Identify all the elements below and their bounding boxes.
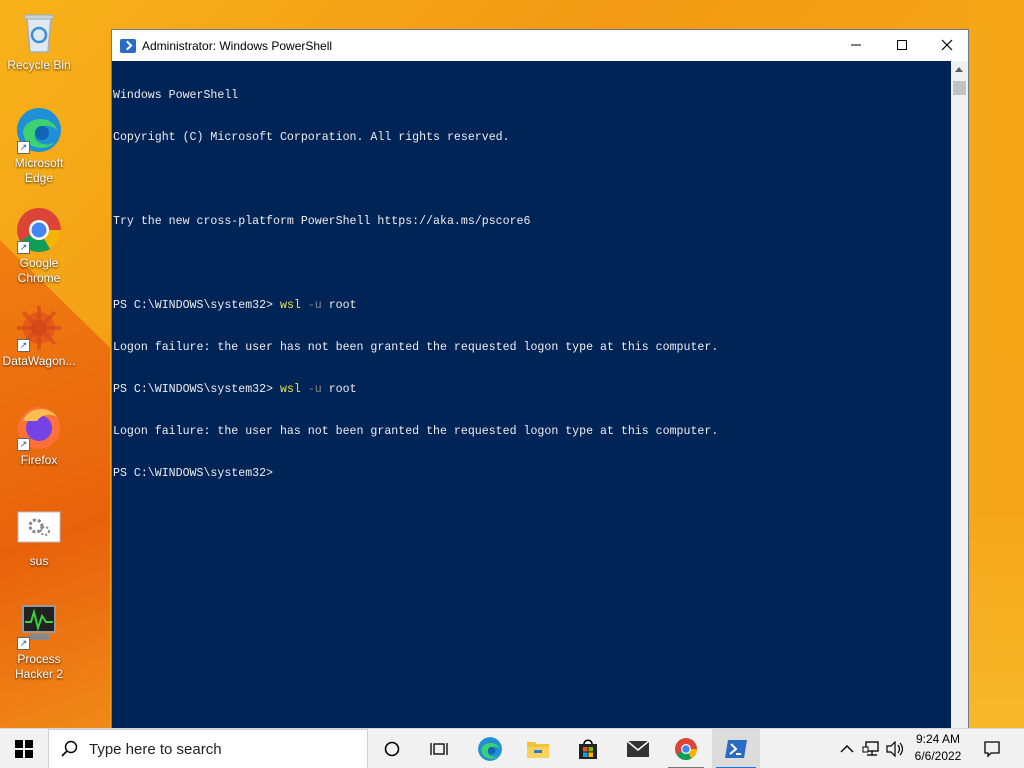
terminal-line: Logon failure: the user has not been gra… xyxy=(113,425,719,438)
chrome-icon xyxy=(675,738,697,760)
window-title: Administrator: Windows PowerShell xyxy=(142,38,333,53)
chevron-up-icon xyxy=(840,745,854,753)
command-exe: wsl xyxy=(279,383,301,396)
network-button[interactable] xyxy=(860,729,882,768)
timeline-button[interactable] xyxy=(416,729,464,768)
mail-icon xyxy=(626,740,650,757)
scroll-up-icon[interactable] xyxy=(955,67,963,72)
edge-icon xyxy=(478,737,502,761)
powershell-icon xyxy=(725,740,747,758)
desktop-icon-recycle-bin[interactable]: Recycle Bin xyxy=(0,8,78,73)
taskbar: Type here to search 9:24 AM 6/6/2022 xyxy=(0,728,1024,768)
settings-file-icon xyxy=(15,504,63,552)
desktop-icon-sus[interactable]: sus xyxy=(0,504,78,569)
wallpaper-right xyxy=(968,0,1024,728)
command-arg: root xyxy=(328,299,357,312)
terminal-command-line: PS C:\WINDOWS\system32> wsl -u root xyxy=(113,299,951,313)
cortana-circle-icon xyxy=(384,741,400,757)
recycle-bin-icon xyxy=(15,8,63,56)
taskbar-chrome[interactable] xyxy=(662,729,710,768)
chrome-icon: ↗ xyxy=(15,206,63,254)
speaker-icon xyxy=(886,741,904,757)
desktop-icon-label: Recycle Bin xyxy=(7,58,71,72)
taskbar-edge[interactable] xyxy=(466,729,514,768)
desktop-icon-label: Microsoft Edge xyxy=(14,156,64,185)
vertical-scrollbar[interactable] xyxy=(951,61,968,728)
command-arg: root xyxy=(328,383,357,396)
taskbar-mail[interactable] xyxy=(614,729,662,768)
clock-date: 6/6/2022 xyxy=(914,749,962,763)
desktop-icon-label: sus xyxy=(29,554,49,568)
folder-icon xyxy=(527,742,549,758)
terminal-line: Windows PowerShell xyxy=(113,89,239,102)
taskbar-file-explorer[interactable] xyxy=(514,729,562,768)
terminal-command-line: PS C:\WINDOWS\system32> wsl -u root xyxy=(113,383,951,397)
desktop-icon-label: Process Hacker 2 xyxy=(14,652,64,681)
show-hidden-icons-button[interactable] xyxy=(838,729,856,768)
scroll-thumb[interactable] xyxy=(953,81,966,95)
terminal-output[interactable]: Windows PowerShell Copyright (C) Microso… xyxy=(112,61,952,728)
volume-button[interactable] xyxy=(884,729,906,768)
action-center-button[interactable] xyxy=(972,729,1012,768)
network-icon xyxy=(862,741,879,756)
shortcut-arrow-icon: ↗ xyxy=(17,141,30,154)
desktop-icon-google-chrome[interactable]: ↗ Google Chrome xyxy=(0,206,78,286)
taskbar-search-box[interactable]: Type here to search xyxy=(48,729,368,768)
task-view-button[interactable] xyxy=(368,729,416,768)
firefox-icon: ↗ xyxy=(15,403,63,451)
taskbar-powershell[interactable] xyxy=(712,729,760,768)
notification-icon xyxy=(984,741,1000,758)
terminal-line: Copyright (C) Microsoft Corporation. All… xyxy=(113,131,510,144)
minimize-button[interactable] xyxy=(833,30,879,60)
desktop-icon-label: DataWagon... xyxy=(2,354,76,368)
maximize-button[interactable] xyxy=(879,30,925,60)
minimize-icon xyxy=(851,44,861,46)
maximize-icon xyxy=(897,40,907,50)
powershell-icon xyxy=(120,38,136,53)
desktop-icon-label: Firefox xyxy=(20,453,58,467)
taskbar-microsoft-store[interactable] xyxy=(564,729,612,768)
clock-time: 9:24 AM xyxy=(915,732,961,746)
command-flag: -u xyxy=(307,383,322,396)
shortcut-arrow-icon: ↗ xyxy=(17,241,30,254)
start-button[interactable] xyxy=(0,729,48,768)
windows-logo-icon xyxy=(15,740,33,758)
desktop-icon-label: Google Chrome xyxy=(17,256,61,285)
close-button[interactable] xyxy=(924,30,970,60)
desktop-icon-process-hacker[interactable]: ↗ Process Hacker 2 xyxy=(0,602,78,682)
prompt: PS C:\WINDOWS\system32> xyxy=(113,383,280,396)
process-hacker-icon: ↗ xyxy=(15,602,63,650)
title-bar[interactable]: Administrator: Windows PowerShell xyxy=(112,30,968,61)
terminal-line: Logon failure: the user has not been gra… xyxy=(113,341,719,354)
close-icon xyxy=(941,39,953,51)
desktop-icon-firefox[interactable]: ↗ Firefox xyxy=(0,403,78,468)
shortcut-arrow-icon: ↗ xyxy=(17,339,30,352)
task-view-icon xyxy=(430,743,448,755)
command-flag: -u xyxy=(307,299,322,312)
command-exe: wsl xyxy=(279,299,301,312)
datawagon-icon: ↗ xyxy=(15,304,63,352)
search-placeholder: Type here to search xyxy=(89,740,222,758)
terminal-line: Try the new cross-platform PowerShell ht… xyxy=(113,215,531,228)
desktop-icon-microsoft-edge[interactable]: ↗ Microsoft Edge xyxy=(0,106,78,186)
taskbar-clock[interactable]: 9:24 AM 6/6/2022 xyxy=(906,731,970,765)
shortcut-arrow-icon: ↗ xyxy=(17,637,30,650)
search-icon xyxy=(61,740,78,757)
prompt: PS C:\WINDOWS\system32> xyxy=(113,299,280,312)
terminal-prompt: PS C:\WINDOWS\system32> xyxy=(113,467,274,480)
desktop-icon-datawagon[interactable]: ↗ DataWagon... xyxy=(0,304,78,369)
store-icon xyxy=(579,739,597,759)
powershell-window[interactable]: Administrator: Windows PowerShell Window… xyxy=(111,29,969,729)
shortcut-arrow-icon: ↗ xyxy=(17,438,30,451)
edge-icon: ↗ xyxy=(15,106,63,154)
